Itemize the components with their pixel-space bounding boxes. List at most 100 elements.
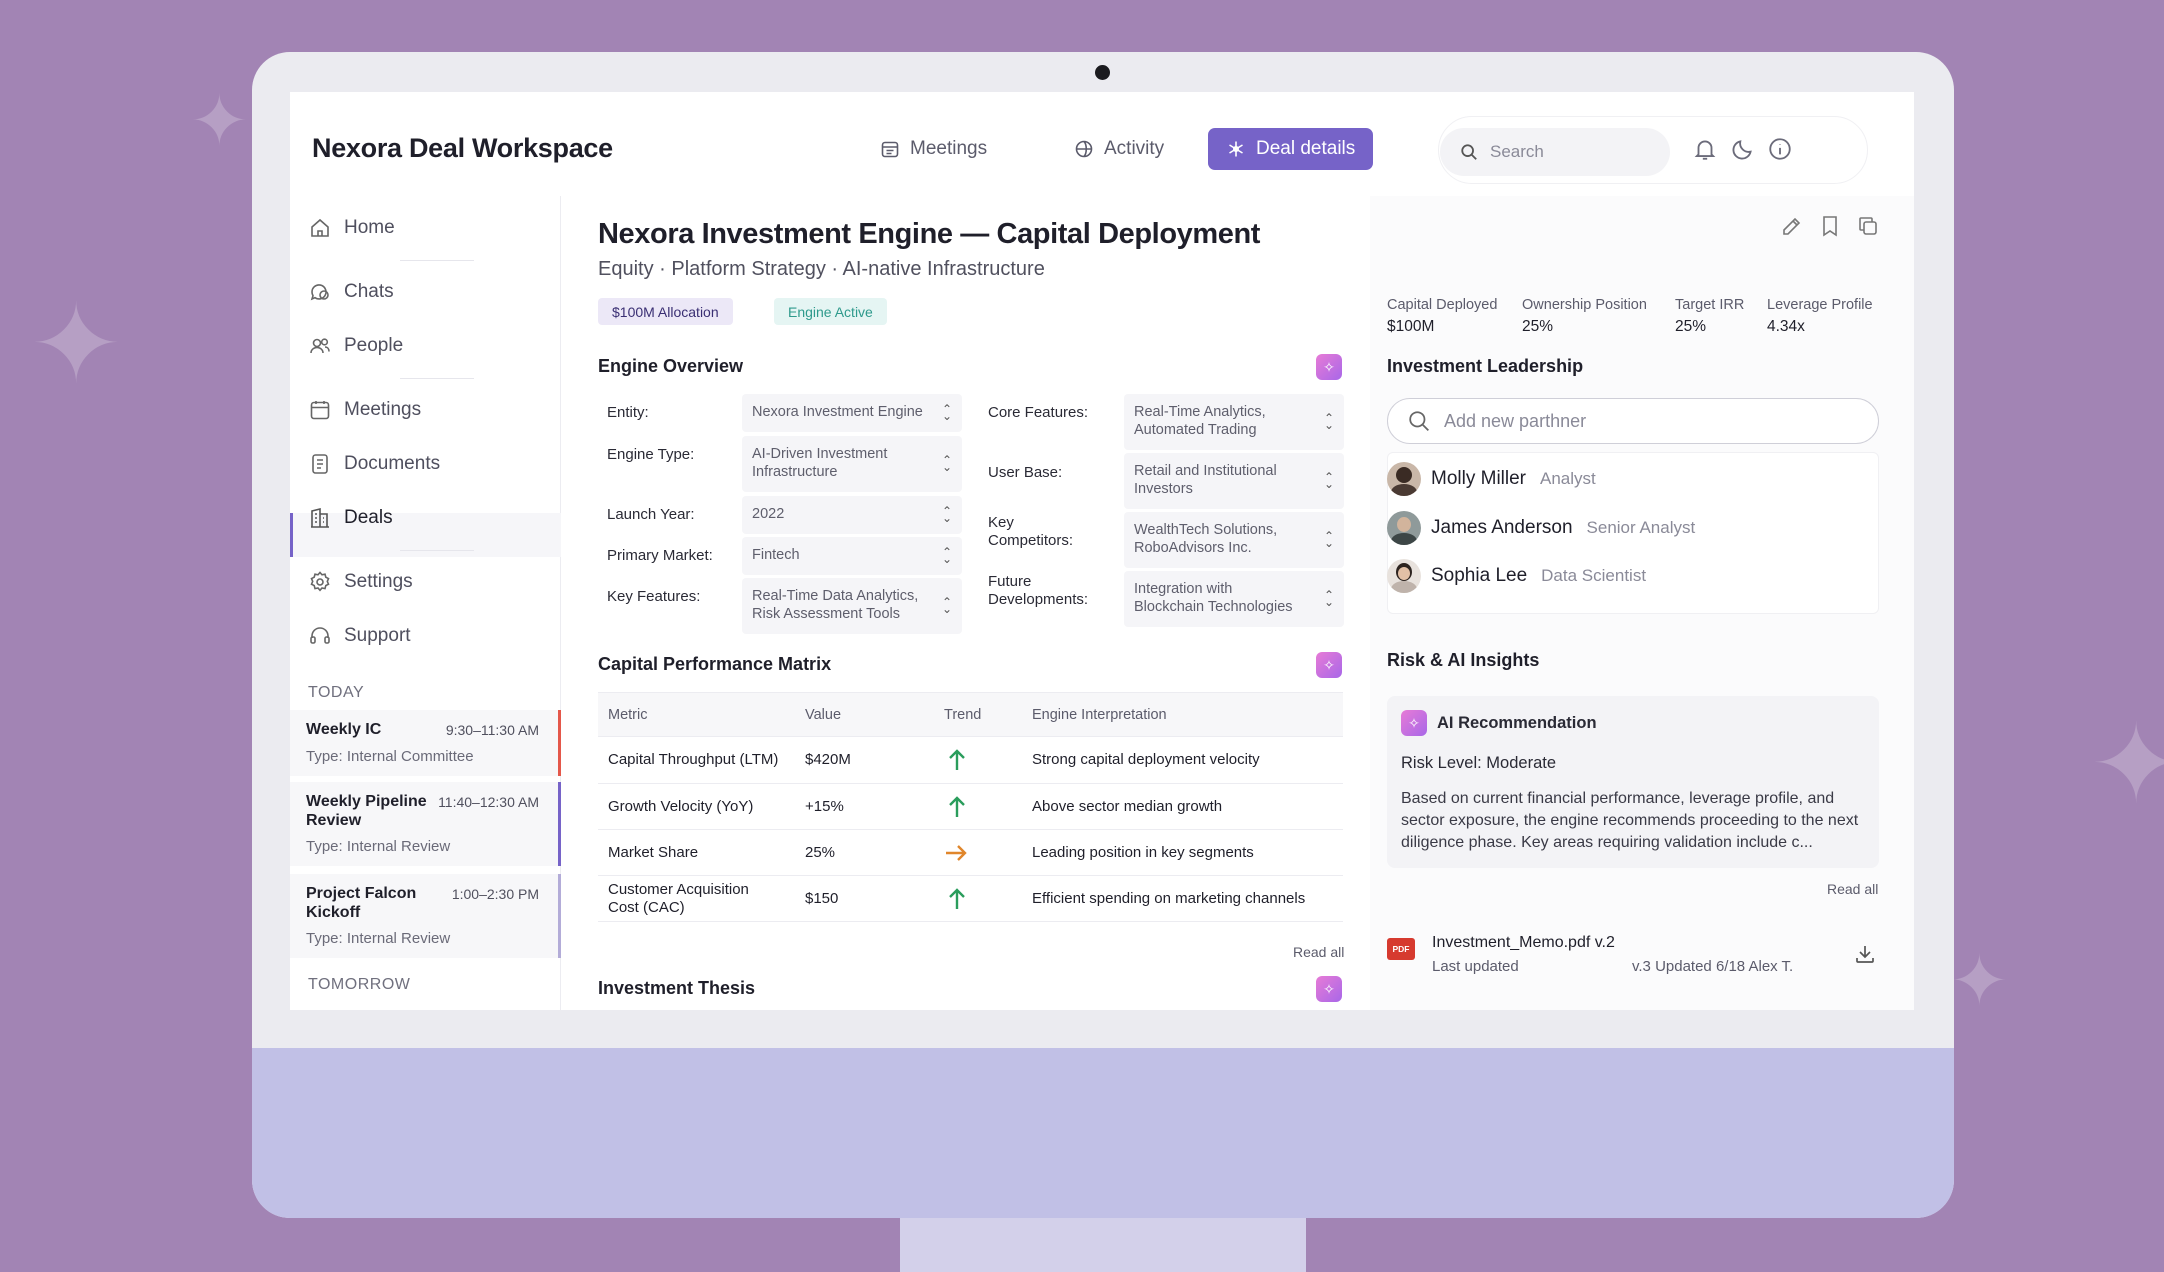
moon-icon[interactable] <box>1730 136 1756 162</box>
ai-sparkle-button[interactable]: ✧ <box>1316 976 1342 1002</box>
copy-icon[interactable] <box>1856 214 1880 238</box>
divider <box>400 378 474 379</box>
bell-icon[interactable] <box>1692 136 1718 162</box>
nav-deal-details[interactable]: Deal details <box>1208 128 1374 170</box>
calendar-icon <box>310 401 330 420</box>
download-icon[interactable] <box>1853 942 1877 966</box>
field-value: Nexora Investment Engine <box>752 404 923 420</box>
person-role: Data Scientist <box>1541 566 1647 585</box>
stat-label: Ownership Position <box>1522 297 1647 313</box>
person-row[interactable]: James Anderson Senior Analyst <box>1387 511 1695 545</box>
person-role: Analyst <box>1540 469 1596 488</box>
chevron-updown-icon: ⌃ ⌄ <box>1323 470 1334 491</box>
column-header: Value <box>805 706 842 723</box>
sidebar-item-chats[interactable]: Chats <box>308 270 394 314</box>
search-placeholder: Search <box>1490 142 1544 161</box>
ai-recommendation-text: Based on current financial performance, … <box>1401 790 1859 851</box>
arrow-right-icon <box>946 844 967 861</box>
sidebar-item-people[interactable]: People <box>308 324 403 368</box>
field-label: Key Features: <box>607 588 701 605</box>
person-row[interactable]: Molly Miller Analyst <box>1387 462 1596 496</box>
stat-value: $100M <box>1387 318 1435 335</box>
table-row[interactable]: Customer Acquisition Cost (CAC) $150 Eff… <box>598 876 1343 922</box>
chevron-updown-icon: ⌃ ⌄ <box>941 453 952 474</box>
building-icon <box>311 507 329 528</box>
search-icon <box>1409 411 1429 431</box>
competitors-select[interactable]: WealthTech Solutions, RoboAdvisors Inc. ⌃… <box>1124 512 1344 568</box>
metric-cell: Customer Acquisition Cost (CAC) <box>608 880 749 916</box>
launch-year-select[interactable]: 2022 ⌃ ⌄ <box>742 496 962 534</box>
deal-title: Nexora Investment Engine — Capital Deplo… <box>598 218 1261 250</box>
home-icon <box>311 218 329 237</box>
meeting-item[interactable]: Weekly IC 9:30–11:30 AM Type: Internal C… <box>290 710 561 776</box>
core-features-select[interactable]: Real-Time Analytics, Automated Trading ⌃ ⌄ <box>1124 394 1344 450</box>
ai-sparkle-button[interactable]: ✧ <box>1316 652 1342 678</box>
add-partner-input[interactable]: Add new parthner <box>1387 398 1879 444</box>
meeting-item[interactable]: Weekly Pipeline Review 11:40–12:30 AM Ty… <box>290 782 561 866</box>
sidebar-item-label: Chats <box>344 281 394 302</box>
search-input[interactable]: Search <box>1440 128 1670 176</box>
value-cell: +15% <box>805 797 844 815</box>
stat-leverage: Leverage Profile 4.34x <box>1767 294 1873 338</box>
field-label: User Base: <box>988 464 1063 481</box>
sidebar-item-settings[interactable]: Settings <box>308 560 413 604</box>
value-cell: $150 <box>805 889 839 907</box>
chevron-updown-icon: ⌃ ⌄ <box>941 545 952 566</box>
edit-icon[interactable] <box>1780 214 1804 238</box>
field-label: Core Features: <box>988 404 1089 421</box>
table-row[interactable]: Market Share 25% Leading position in key… <box>598 830 1343 876</box>
sidebar-item-support[interactable]: Support <box>308 614 411 658</box>
entity-select[interactable]: Nexora Investment Engine ⌃ ⌄ <box>742 394 962 432</box>
document-row[interactable]: PDF Investment_Memo.pdf v.2 Last updated… <box>1387 934 1879 994</box>
people-icon <box>310 338 330 354</box>
divider <box>400 550 474 551</box>
insights-title: Risk & AI Insights <box>1387 650 1540 670</box>
ai-sparkle-button[interactable]: ✧ <box>1316 354 1342 380</box>
arrow-up-icon <box>949 795 965 817</box>
today-label: TODAY <box>308 684 365 701</box>
sidebar-item-label: People <box>344 335 404 356</box>
sidebar-item-deals[interactable]: Deals <box>308 496 393 540</box>
primary-market-select[interactable]: Fintech ⌃ ⌄ <box>742 537 962 575</box>
app-screen: Nexora Deal Workspace Meetings Activity … <box>290 92 1914 1010</box>
engine-type-select[interactable]: AI-Driven Investment Infrastructure ⌃ ⌄ <box>742 436 962 492</box>
sparkle-decoration: ✦ <box>1950 940 2009 1022</box>
nav-activity[interactable]: Activity <box>1056 128 1182 170</box>
table-row[interactable]: Growth Velocity (YoY) +15% Above sector … <box>598 784 1343 830</box>
sidebar-item-documents[interactable]: Documents <box>308 442 440 486</box>
monitor-frame: Nexora Deal Workspace Meetings Activity … <box>252 52 1954 1218</box>
nav-meetings[interactable]: Meetings <box>862 128 1005 170</box>
meeting-item[interactable]: Project Falcon Kickoff 1:00–2:30 PM Type… <box>290 874 561 958</box>
key-features-select[interactable]: Real-Time Data Analytics, Risk Assessmen… <box>742 578 962 634</box>
stat-label: Capital Deployed <box>1387 297 1498 313</box>
sidebar-item-meetings[interactable]: Meetings <box>308 388 421 432</box>
document-version: v.3 Updated 6/18 Alex T. <box>1632 958 1794 975</box>
user-base-select[interactable]: Retail and Institutional Investors ⌃ ⌄ <box>1124 453 1344 509</box>
person-name: James Anderson <box>1431 517 1573 538</box>
chevron-updown-icon: ⌃ ⌄ <box>1323 411 1334 432</box>
gear-icon <box>310 571 330 592</box>
stat-label: Target IRR <box>1675 297 1745 313</box>
sidebar-item-home[interactable]: Home <box>308 206 395 250</box>
sparkle-decoration: ✦ <box>30 280 123 408</box>
chevron-updown-icon: ⌃ ⌄ <box>1323 588 1334 609</box>
meeting-color-bar <box>558 782 561 866</box>
monitor-stand <box>900 1215 1306 1272</box>
main-content: Nexora Investment Engine — Capital Deplo… <box>562 196 1370 1010</box>
future-dev-select[interactable]: Integration with Blockchain Technologies… <box>1124 571 1344 627</box>
bookmark-icon[interactable] <box>1818 214 1842 238</box>
ai-sparkle-badge: ✧ <box>1401 710 1427 736</box>
stat-label: Leverage Profile <box>1767 297 1873 313</box>
field-label: Future Developments: <box>988 573 1089 608</box>
meeting-color-bar <box>558 710 561 776</box>
insights-read-all-link[interactable]: Read all <box>1827 881 1878 897</box>
allocation-tag: $100M Allocation <box>598 298 733 325</box>
meeting-title: Project Falcon Kickoff <box>306 885 417 921</box>
person-row[interactable]: Sophia Lee Data Scientist <box>1387 559 1646 593</box>
info-icon[interactable] <box>1767 136 1793 162</box>
matrix-read-all-link[interactable]: Read all <box>1293 944 1344 960</box>
sidebar: Home Chats People Meetings Documents Dea… <box>290 196 561 1010</box>
column-header: Engine Interpretation <box>1032 706 1167 723</box>
field-value: Integration with Blockchain Technologies <box>1134 581 1293 615</box>
table-row[interactable]: Capital Throughput (LTM) $420M Strong ca… <box>598 737 1343 784</box>
